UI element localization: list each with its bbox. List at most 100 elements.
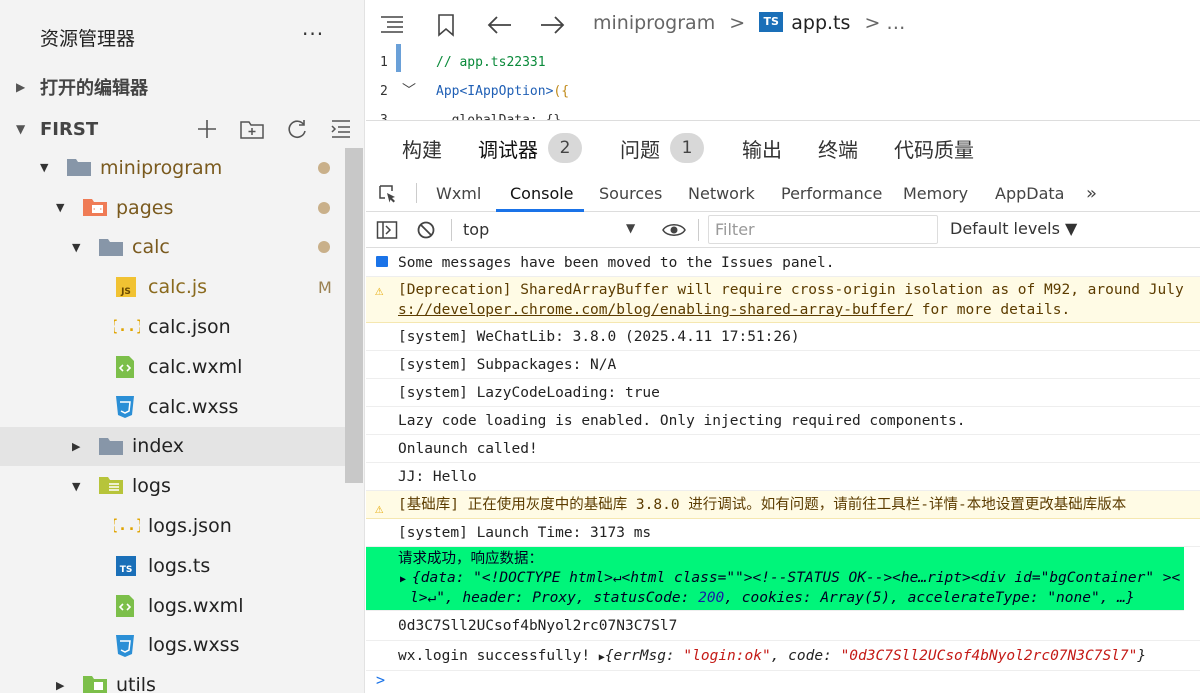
object-preview-line: l>↵", header: Proxy, statusCode: 200, co… xyxy=(398,589,1184,608)
inspect-element-icon[interactable] xyxy=(378,184,398,208)
folder-icon xyxy=(66,156,92,180)
count-badge: 1 xyxy=(670,133,704,163)
devtools-tool-tabs: Wxml Console Sources Network Performance… xyxy=(366,175,1200,212)
breadcrumb-file[interactable]: app.ts xyxy=(791,12,850,34)
message-text: [system] WeChatLib: 3.8.0 (2025.4.11 17:… xyxy=(398,329,800,345)
svg-text:{..}: {..} xyxy=(114,516,140,534)
context-select[interactable]: top xyxy=(463,220,489,239)
expand-triangle-icon[interactable]: ▶ xyxy=(400,574,412,585)
line-number: 3 xyxy=(380,106,388,120)
tab-debugger[interactable]: 调试器 2 xyxy=(478,121,582,175)
code-text: globalData: {}, xyxy=(436,106,569,120)
new-file-icon[interactable] xyxy=(195,117,219,141)
git-status-badge: M xyxy=(318,277,332,297)
bookmark-icon[interactable] xyxy=(432,12,460,38)
tab-appdata[interactable]: AppData xyxy=(995,175,1064,212)
tree-item-calc[interactable]: ▼ calc xyxy=(0,228,345,268)
tree-item-logs[interactable]: ▼ logs xyxy=(0,466,345,506)
tree-item-calc-wxml[interactable]: calc.wxml xyxy=(0,347,345,387)
object-text: , cookies: Array(5), accelerateType: xyxy=(724,590,1048,606)
modified-dot xyxy=(318,241,330,254)
ts-file-icon: TS xyxy=(114,554,140,578)
tree-item-logs-wxml[interactable]: logs.wxml xyxy=(0,586,345,626)
more-tabs-button[interactable]: » xyxy=(1086,175,1097,212)
message-text: Onlaunch called! xyxy=(398,441,538,457)
js-file-icon: JS xyxy=(114,275,140,299)
tree-item-miniprogram[interactable]: ▼ miniprogram xyxy=(0,148,345,188)
change-indicator xyxy=(396,44,401,72)
code-editor: miniprogram > TS app.ts > … 1 // app.ts223… xyxy=(366,0,1200,120)
open-editors-section[interactable]: ▶ 打开的编辑器 xyxy=(0,68,364,106)
tab-console[interactable]: Console xyxy=(510,175,574,212)
chevron-down-icon[interactable]: ▼ xyxy=(40,161,48,174)
tree-item-logs-wxss[interactable]: logs.wxss xyxy=(0,626,345,666)
tree-item-calc-json[interactable]: {..} calc.json xyxy=(0,307,345,347)
forward-arrow-icon[interactable] xyxy=(538,12,566,38)
tab-sources[interactable]: Sources xyxy=(599,175,662,212)
sidebar-scrollbar[interactable] xyxy=(345,148,363,483)
filter-input[interactable]: Filter xyxy=(708,215,938,244)
object-preview[interactable]: {errMsg: "login:ok", code: "0d3C7Sll2UCs… xyxy=(605,648,1146,664)
more-actions-button[interactable]: ··· xyxy=(302,22,324,46)
code-keyword: App xyxy=(436,84,460,99)
tree-item-calc-wxss[interactable]: calc.wxss xyxy=(0,387,345,427)
tab-network[interactable]: Network xyxy=(688,175,755,212)
tree-item-label: calc xyxy=(132,236,170,259)
tab-memory[interactable]: Memory xyxy=(903,175,968,212)
chevron-right-icon[interactable]: ▶ xyxy=(72,440,80,453)
context-dropdown-icon[interactable]: ▼ xyxy=(626,221,635,235)
message-text: 0d3C7Sll2UCsof4bNyol2rc07N3C7Sl7 xyxy=(398,618,678,634)
tab-code-quality[interactable]: 代码质量 xyxy=(894,121,974,175)
tree-item-logs-json[interactable]: {..} logs.json xyxy=(0,506,345,546)
divider xyxy=(698,219,699,241)
project-section[interactable]: ▼ FIRST xyxy=(0,110,364,148)
clear-console-icon[interactable] xyxy=(416,220,436,244)
tree-item-pages[interactable]: ▼ pages xyxy=(0,188,345,228)
tree-item-calc-js[interactable]: JS calc.js M xyxy=(0,267,345,307)
code-bracket: ({ xyxy=(553,84,570,99)
new-folder-icon[interactable] xyxy=(239,117,265,141)
refresh-icon[interactable] xyxy=(285,117,309,141)
tree-item-logs-ts[interactable]: TS logs.ts xyxy=(0,546,345,586)
collapse-all-icon[interactable] xyxy=(329,117,353,141)
tab-wxml[interactable]: Wxml xyxy=(436,175,481,212)
tree-item-label: logs.json xyxy=(148,515,232,538)
code-type: <IAppOption> xyxy=(459,84,554,99)
object-preview[interactable]: ▶ {data: "<!DOCTYPE html>↵<html class=""… xyxy=(398,569,1184,589)
console-message: 0d3C7Sll2UCsof4bNyol2rc07N3C7Sl7 xyxy=(366,611,1200,641)
console-highlighted-message: 请求成功，响应数据： ▶ {data: "<!DOCTYPE html>↵<ht… xyxy=(366,547,1184,611)
tab-terminal[interactable]: 终端 xyxy=(818,121,858,175)
chevron-down-icon[interactable]: ▼ xyxy=(72,480,80,493)
wxss-file-icon xyxy=(114,634,140,658)
ide-window: 资源管理器 ··· ▶ 打开的编辑器 ▼ FIRST ▼ miniprogram ▼… xyxy=(0,0,1200,693)
tree-item-label: calc.json xyxy=(148,316,231,339)
tab-output[interactable]: 输出 xyxy=(742,121,782,175)
breadcrumb-more[interactable]: > … xyxy=(864,12,905,34)
breadcrumb-folder[interactable]: miniprogram xyxy=(593,12,715,34)
fold-chevron-icon[interactable]: ﹀ xyxy=(402,77,416,106)
sidebar-toggle-icon[interactable] xyxy=(376,220,398,244)
folder-icon xyxy=(98,435,124,459)
tree-item-index[interactable]: ▶ index xyxy=(0,426,345,467)
tab-problems[interactable]: 问题 1 xyxy=(620,121,704,175)
wxml-file-icon xyxy=(114,594,140,618)
eye-icon[interactable] xyxy=(662,222,686,242)
console-prompt[interactable]: > xyxy=(366,671,1200,693)
chevron-right-icon[interactable]: ▶ xyxy=(56,679,64,692)
tree-item-utils[interactable]: ▶ utils xyxy=(0,665,345,693)
code-lines[interactable]: 1 // app.ts22331 2 ﹀ App<IAppOption>({ 3 gl… xyxy=(366,48,1200,120)
message-text: [system] LazyCodeLoading: true xyxy=(398,385,660,401)
console-output[interactable]: Some messages have been moved to the Iss… xyxy=(366,249,1200,693)
chevron-down-icon[interactable]: ▼ xyxy=(72,241,80,254)
outline-list-icon[interactable] xyxy=(378,12,406,38)
back-arrow-icon[interactable] xyxy=(486,12,514,38)
tab-build[interactable]: 构建 xyxy=(402,121,442,175)
tree-item-label: logs.wxml xyxy=(148,594,244,617)
chevron-down-icon: ▼ xyxy=(16,122,26,136)
object-string: "login:ok" xyxy=(683,648,771,664)
message-link[interactable]: s://developer.chrome.com/blog/enabling-s… xyxy=(398,302,913,318)
chevron-down-icon[interactable]: ▼ xyxy=(56,201,64,214)
message-text: [system] Subpackages: N/A xyxy=(398,357,617,373)
log-levels-dropdown[interactable]: Default levels ▼ xyxy=(950,219,1077,238)
tab-performance[interactable]: Performance xyxy=(781,175,882,212)
